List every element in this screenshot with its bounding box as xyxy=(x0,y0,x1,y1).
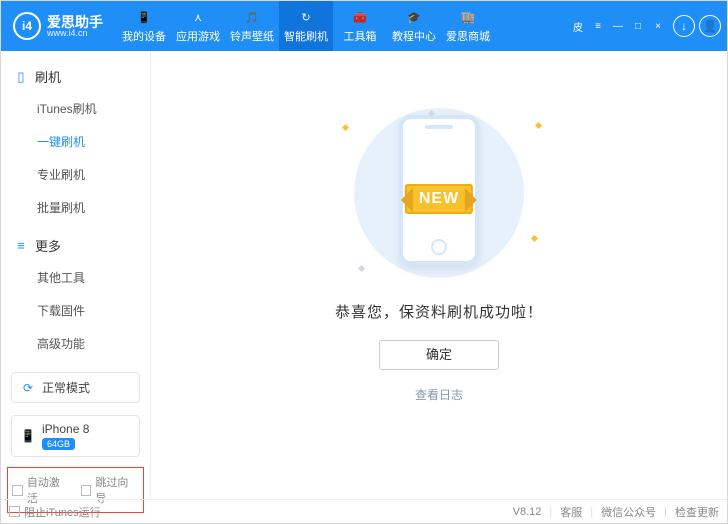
sidebar-section-flash[interactable]: ▯ 刷机 xyxy=(1,61,150,92)
nav-toolbox[interactable]: 🧰工具箱 xyxy=(333,1,387,51)
brand-logo[interactable]: i4 爱思助手 www.i4.cn xyxy=(1,12,113,40)
sidebar-item-pro-flash[interactable]: 专业刷机 xyxy=(1,158,150,191)
sidebar-section-more[interactable]: ≡ 更多 xyxy=(1,230,150,261)
success-illustration: NEW xyxy=(309,103,569,283)
sidebar-item-itunes-flash[interactable]: iTunes刷机 xyxy=(1,92,150,125)
user-button[interactable]: 👤 xyxy=(699,15,721,37)
view-log-link[interactable]: 查看日志 xyxy=(415,386,463,403)
sidebar-item-oneclick-flash[interactable]: 一键刷机 xyxy=(1,125,150,158)
block-itunes-checkbox[interactable]: 阻止iTunes运行 xyxy=(9,504,101,520)
connected-device[interactable]: 📱 iPhone 8 64GB xyxy=(11,415,140,457)
list-icon: ≡ xyxy=(13,238,29,254)
nav-tutorials[interactable]: 🎓教程中心 xyxy=(387,1,441,51)
brand-url: www.i4.cn xyxy=(47,29,103,38)
phone-icon: 📱 xyxy=(20,428,36,444)
nav-store[interactable]: 🏬爱思商城 xyxy=(441,1,495,51)
sidebar-item-batch-flash[interactable]: 批量刷机 xyxy=(1,191,150,224)
device-mode[interactable]: ⟳ 正常模式 xyxy=(11,372,140,403)
sidebar-section-label: 更多 xyxy=(35,236,61,255)
music-icon: 🎵 xyxy=(243,8,261,26)
sidebar-item-advanced[interactable]: 高级功能 xyxy=(1,327,150,360)
ok-button[interactable]: 确定 xyxy=(379,340,499,370)
status-bar: 阻止iTunes运行 V8.12 | 客服 | 微信公众号 | 检查更新 xyxy=(1,499,727,523)
new-ribbon: NEW xyxy=(405,184,473,214)
device-icon: 📱 xyxy=(135,8,153,26)
user-icon: 👤 xyxy=(703,19,718,33)
checkbox-icon xyxy=(12,485,23,496)
nav-ringtones-wallpapers[interactable]: 🎵铃声壁纸 xyxy=(225,1,279,51)
checkbox-icon xyxy=(9,506,20,517)
checkbox-icon xyxy=(81,485,92,496)
footer-link-wechat[interactable]: 微信公众号 xyxy=(601,504,656,520)
sidebar-section-label: 刷机 xyxy=(35,67,61,86)
device-storage-badge: 64GB xyxy=(42,438,75,450)
success-message: 恭喜您，保资料刷机成功啦！ xyxy=(335,301,543,322)
device-mode-label: 正常模式 xyxy=(42,379,90,396)
toolbox-icon: 🧰 xyxy=(351,8,369,26)
logo-icon: i4 xyxy=(13,12,41,40)
store-icon: 🏬 xyxy=(459,8,477,26)
footer-link-support[interactable]: 客服 xyxy=(560,504,582,520)
footer-link-update[interactable]: 检查更新 xyxy=(675,504,719,520)
skin-button[interactable]: 皮 xyxy=(571,19,585,33)
device-name: iPhone 8 xyxy=(42,422,131,436)
sidebar-item-other-tools[interactable]: 其他工具 xyxy=(1,261,150,294)
main-content: NEW 恭喜您，保资料刷机成功啦！ 确定 查看日志 xyxy=(151,51,727,499)
download-button[interactable]: ↓ xyxy=(673,15,695,37)
nav-smart-flash[interactable]: ↻智能刷机 xyxy=(279,1,333,51)
close-button[interactable]: × xyxy=(651,19,665,33)
app-header: i4 爱思助手 www.i4.cn 📱我的设备 ⋏应用游戏 🎵铃声壁纸 ↻智能刷… xyxy=(1,1,727,51)
apps-icon: ⋏ xyxy=(189,8,207,26)
refresh-icon: ↻ xyxy=(297,8,315,26)
brand-name: 爱思助手 xyxy=(47,15,103,29)
sidebar: ▯ 刷机 iTunes刷机 一键刷机 专业刷机 批量刷机 ≡ 更多 其他工具 下… xyxy=(1,51,151,499)
nav-apps-games[interactable]: ⋏应用游戏 xyxy=(171,1,225,51)
phone-icon: ▯ xyxy=(13,69,29,85)
minimize-button[interactable]: — xyxy=(611,19,625,33)
tutorial-icon: 🎓 xyxy=(405,8,423,26)
sidebar-item-download-firmware[interactable]: 下载固件 xyxy=(1,294,150,327)
download-icon: ↓ xyxy=(681,19,687,33)
sync-icon: ⟳ xyxy=(20,380,36,396)
maximize-button[interactable]: □ xyxy=(631,19,645,33)
menu-button[interactable]: ≡ xyxy=(591,19,605,33)
version-label: V8.12 xyxy=(513,506,542,518)
nav-my-device[interactable]: 📱我的设备 xyxy=(117,1,171,51)
top-nav: 📱我的设备 ⋏应用游戏 🎵铃声壁纸 ↻智能刷机 🧰工具箱 🎓教程中心 🏬爱思商城 xyxy=(117,1,495,51)
window-controls: 皮 ≡ — □ × xyxy=(571,19,665,33)
